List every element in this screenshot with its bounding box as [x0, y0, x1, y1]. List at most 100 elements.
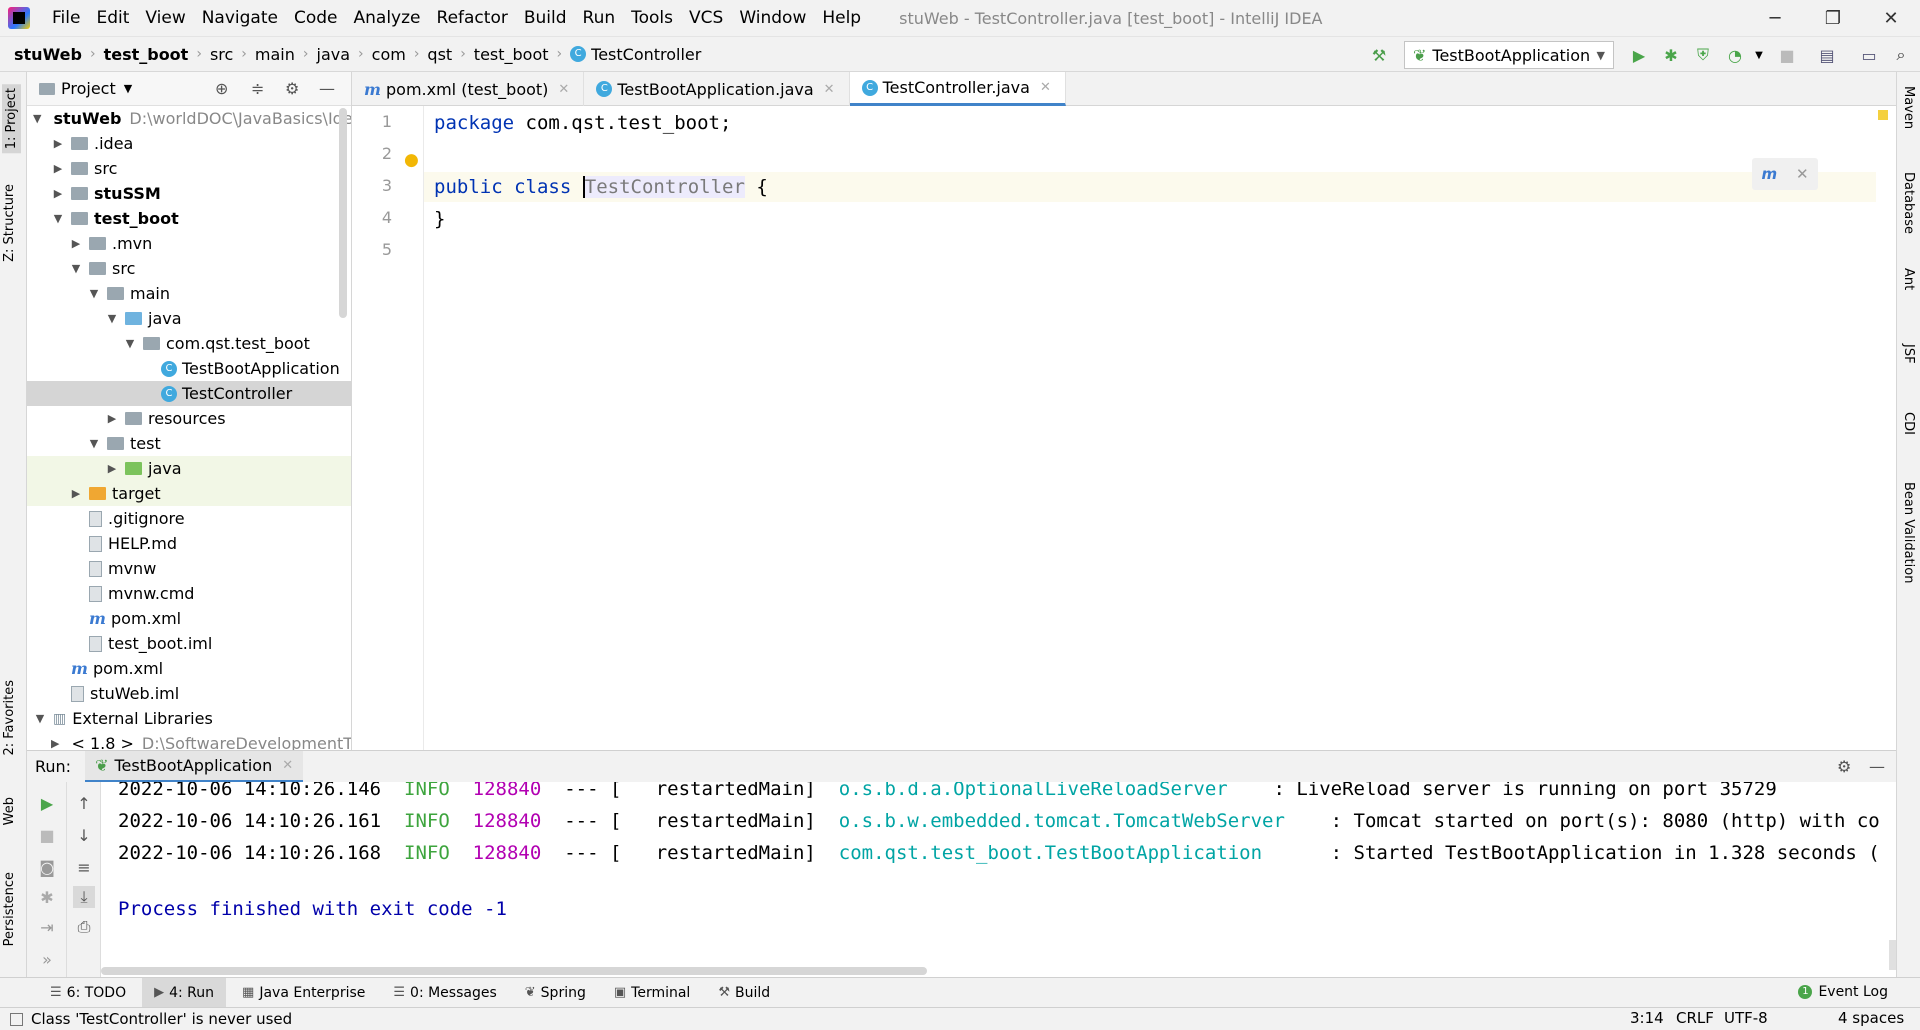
- collapse-all-icon[interactable]: ≑: [251, 79, 264, 98]
- menu-analyze[interactable]: Analyze: [346, 0, 429, 36]
- indent-setting[interactable]: 4 spaces: [1838, 1007, 1904, 1030]
- hide-panel-icon[interactable]: —: [1869, 757, 1885, 776]
- gear-icon[interactable]: ⚙: [1837, 757, 1851, 776]
- event-log-button[interactable]: 1 Event Log: [1798, 977, 1888, 1007]
- bottom-tab[interactable]: ☰ 0: Messages: [381, 978, 508, 1008]
- maven-reload-icon[interactable]: m: [1761, 165, 1777, 183]
- collapsed-arrow-icon[interactable]: ▶: [51, 737, 59, 750]
- expanded-arrow-icon[interactable]: ▼: [105, 312, 119, 325]
- build-hammer-icon[interactable]: ⚒: [1368, 44, 1390, 66]
- bottom-tab[interactable]: ▶ 4: Run: [142, 977, 227, 1008]
- expanded-arrow-icon[interactable]: ▼: [123, 337, 137, 350]
- coverage-icon[interactable]: ⛨: [1692, 44, 1714, 66]
- inspection-warning-marker[interactable]: [1878, 110, 1888, 120]
- tree-item[interactable]: ▶ < 1.8 > D:\SoftwareDevelopmentT: [27, 731, 351, 750]
- exit-icon[interactable]: ⇥: [36, 916, 58, 938]
- menu-code[interactable]: Code: [286, 0, 346, 36]
- expanded-arrow-icon[interactable]: ▼: [51, 212, 65, 225]
- breadcrumb-item[interactable]: main: [255, 45, 295, 64]
- collapsed-arrow-icon[interactable]: ▶: [51, 137, 65, 150]
- collapsed-arrow-icon[interactable]: ▶: [69, 487, 83, 500]
- tree-item[interactable]: mvnw.cmd: [27, 581, 351, 606]
- tree-item[interactable]: ▼ com.qst.test_boot: [27, 331, 351, 356]
- tool-tab-ant[interactable]: Ant: [1901, 268, 1916, 290]
- close-icon[interactable]: ✕: [1040, 80, 1051, 95]
- tree-item[interactable]: ▼ java: [27, 306, 351, 331]
- tree-item[interactable]: ▶ target: [27, 481, 351, 506]
- tree-item[interactable]: ▶ resources: [27, 406, 351, 431]
- line-separator[interactable]: CRLF: [1676, 1007, 1714, 1030]
- tree-item[interactable]: ▼ src: [27, 256, 351, 281]
- tool-tab-persistence[interactable]: Persistence: [2, 872, 17, 946]
- collapsed-arrow-icon[interactable]: ▶: [105, 462, 119, 475]
- horizontal-scrollbar[interactable]: [101, 967, 927, 975]
- menu-file[interactable]: File: [44, 0, 88, 36]
- tree-item[interactable]: test_boot.iml: [27, 631, 351, 656]
- editor-tab[interactable]: C TestController.java ✕: [849, 72, 1066, 106]
- tree-item[interactable]: ▶ stuSSM: [27, 181, 351, 206]
- menu-refactor[interactable]: Refactor: [429, 0, 516, 36]
- tool-tab-project[interactable]: 1: Project: [2, 84, 21, 154]
- close-icon[interactable]: ✕: [824, 82, 835, 97]
- project-structure-icon[interactable]: ▤: [1816, 44, 1838, 66]
- tree-item[interactable]: ▼ test: [27, 431, 351, 456]
- file-encoding[interactable]: UTF-8: [1724, 1007, 1768, 1030]
- expanded-arrow-icon[interactable]: ▼: [33, 112, 41, 125]
- tree-item[interactable]: m pom.xml: [27, 656, 351, 681]
- project-panel-title[interactable]: Project: [61, 79, 116, 98]
- close-icon[interactable]: ✕: [558, 82, 569, 97]
- menu-run[interactable]: Run: [575, 0, 624, 36]
- soft-wrap-icon[interactable]: ≡: [73, 856, 95, 878]
- minimize-button[interactable]: ─: [1750, 0, 1800, 36]
- tree-item[interactable]: m pom.xml: [27, 606, 351, 631]
- breadcrumb-item[interactable]: stuWeb: [14, 45, 82, 64]
- caret-position[interactable]: 3:14: [1630, 1007, 1664, 1030]
- bottom-tab[interactable]: ⚒ Build: [706, 978, 782, 1008]
- tree-item[interactable]: C TestBootApplication: [27, 356, 351, 381]
- tree-item[interactable]: C TestController: [27, 381, 351, 406]
- expanded-arrow-icon[interactable]: ▼: [69, 262, 83, 275]
- camera-icon[interactable]: ◙: [36, 856, 58, 878]
- tool-tab-jsf[interactable]: JSF: [1901, 344, 1916, 364]
- tree-item[interactable]: ▼ test_boot: [27, 206, 351, 231]
- editor-tab[interactable]: m pom.xml (test_boot) ✕: [352, 72, 585, 106]
- layout-icon[interactable]: ▭: [1858, 44, 1880, 66]
- menu-view[interactable]: View: [137, 0, 193, 36]
- bottom-tab[interactable]: ▦ Java Enterprise: [230, 978, 377, 1008]
- collapsed-arrow-icon[interactable]: ▶: [51, 162, 65, 175]
- collapsed-arrow-icon[interactable]: ▶: [51, 187, 65, 200]
- breadcrumb-item[interactable]: test_boot: [104, 45, 189, 64]
- tool-tab-database[interactable]: Database: [1901, 172, 1916, 234]
- breadcrumb-item[interactable]: C TestController: [570, 45, 701, 64]
- breadcrumb-item[interactable]: com: [372, 45, 406, 64]
- profile-icon[interactable]: ◔: [1724, 44, 1746, 66]
- profile-dropdown-icon[interactable]: ▼: [1748, 44, 1770, 66]
- stop-icon[interactable]: ■: [1776, 44, 1798, 66]
- bottom-tab[interactable]: ☰ 6: TODO: [38, 978, 138, 1008]
- tool-tab-bean-validation[interactable]: Bean Validation: [1901, 482, 1916, 583]
- tree-item[interactable]: ▶ src: [27, 156, 351, 181]
- tool-tab-favorites[interactable]: 2: Favorites: [2, 680, 17, 756]
- tree-scrollbar[interactable]: [339, 108, 347, 318]
- editor-tab[interactable]: C TestBootApplication.java ✕: [584, 72, 850, 106]
- tree-item[interactable]: stuWeb.iml: [27, 681, 351, 706]
- run-configuration-select[interactable]: ❦ TestBootApplication ▼: [1404, 41, 1614, 69]
- vertical-scrollbar[interactable]: [1889, 940, 1896, 970]
- tree-item[interactable]: ▼ main: [27, 281, 351, 306]
- tool-tab-structure[interactable]: Z: Structure: [2, 184, 17, 262]
- menu-window[interactable]: Window: [731, 0, 814, 36]
- breadcrumb-item[interactable]: java: [317, 45, 351, 64]
- tool-tab-cdi[interactable]: CDI: [1901, 412, 1916, 435]
- locate-icon[interactable]: ⊕: [215, 79, 228, 98]
- maximize-button[interactable]: ❐: [1808, 0, 1858, 36]
- menu-help[interactable]: Help: [814, 0, 869, 36]
- close-icon[interactable]: ✕: [282, 758, 293, 773]
- arrow-down-icon[interactable]: ↓: [73, 824, 95, 846]
- stop-icon[interactable]: ■: [36, 824, 58, 846]
- expanded-arrow-icon[interactable]: ▼: [87, 437, 101, 450]
- more-icon[interactable]: »: [36, 948, 58, 970]
- expanded-arrow-icon[interactable]: ▼: [87, 287, 101, 300]
- debug-icon[interactable]: ✱: [1660, 44, 1682, 66]
- print-icon[interactable]: ⎙: [73, 916, 95, 938]
- tree-item[interactable]: .gitignore: [27, 506, 351, 531]
